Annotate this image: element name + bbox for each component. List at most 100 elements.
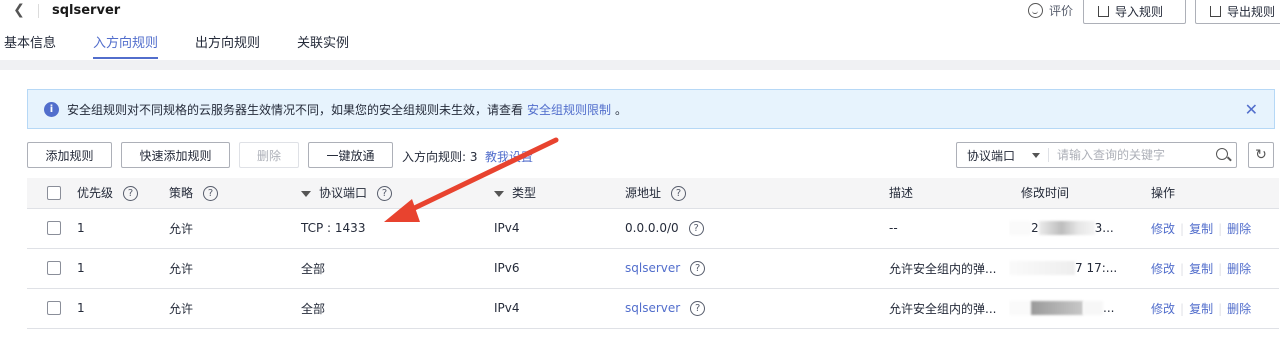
filter-select[interactable]: 协议端口 <box>957 148 1049 163</box>
search-filter: 协议端口 <box>956 142 1237 168</box>
separator: | <box>1218 301 1223 316</box>
cell-port: 全部 <box>289 288 482 329</box>
cell-policy: 允许 <box>157 248 289 289</box>
redacted-block <box>1083 301 1103 316</box>
table-row: 1 允许 全部 IPv6 sqlserver? 允许安全组内的弹... 7 17… <box>27 248 1279 289</box>
col-priority: 优先级 <box>77 186 114 201</box>
cell-source-link[interactable]: sqlserver <box>625 261 680 275</box>
cell-type: IPv4 <box>482 288 613 329</box>
separator: | <box>1218 221 1223 236</box>
cell-modified-tail: ... <box>1103 300 1115 315</box>
separator: | <box>1180 221 1185 236</box>
cell-type: IPv4 <box>482 208 613 249</box>
modify-link[interactable]: 修改 <box>1151 262 1175 276</box>
col-type: 类型 <box>512 186 537 201</box>
rule-count: 入方向规则: 3 <box>402 150 478 164</box>
redacted-block <box>1038 221 1095 236</box>
copy-link[interactable]: 复制 <box>1189 222 1213 236</box>
filter-icon[interactable] <box>494 190 504 197</box>
cell-type: IPv6 <box>482 248 613 289</box>
cell-desc: 允许安全组内的弹... <box>877 248 1009 289</box>
rules-table: 优先级? 策略? 协议端口? 类型 源地址? 描述 修改时间 操作 1 允许 T… <box>27 178 1279 329</box>
help-icon[interactable]: ? <box>671 186 687 202</box>
export-icon <box>1210 5 1221 17</box>
row-checkbox[interactable] <box>47 261 61 276</box>
help-icon[interactable]: ? <box>377 186 393 202</box>
filter-select-value: 协议端口 <box>967 148 1016 163</box>
help-icon[interactable]: ? <box>690 300 706 316</box>
separator: | <box>1180 301 1185 316</box>
export-label: 导出规则 <box>1227 4 1276 19</box>
filter-icon[interactable] <box>301 190 311 197</box>
cell-policy: 允许 <box>157 208 289 249</box>
help-icon[interactable]: ? <box>690 260 706 276</box>
notice-link[interactable]: 安全组规则限制 <box>527 101 611 118</box>
col-policy: 策略 <box>169 186 194 201</box>
row-checkbox[interactable] <box>47 221 61 236</box>
col-port: 协议端口 <box>319 186 368 201</box>
import-icon <box>1098 5 1109 17</box>
delete-link[interactable]: 删除 <box>1227 262 1251 276</box>
cell-modified-tail: 3... <box>1094 220 1114 235</box>
notice-text: 安全组规则对不同规格的云服务器生效情况不同，如果您的安全组规则未生效，请查看 <box>67 102 524 117</box>
delete-link[interactable]: 删除 <box>1227 302 1251 316</box>
col-ops: 操作 <box>1151 186 1176 201</box>
table-row: 1 允许 全部 IPv4 sqlserver? 允许安全组内的弹... ... … <box>27 288 1279 329</box>
rate-label: 评价 <box>1049 4 1074 18</box>
info-icon: i <box>44 101 59 117</box>
help-icon[interactable]: ? <box>123 186 139 202</box>
modify-link[interactable]: 修改 <box>1151 222 1175 236</box>
row-checkbox[interactable] <box>47 301 61 316</box>
cell-desc: -- <box>877 208 1009 249</box>
rate-button[interactable]: 评价 <box>1028 2 1073 19</box>
tab-basic-info[interactable]: 基本信息 <box>4 32 56 59</box>
back-button[interactable]: ❮ <box>10 2 28 20</box>
cell-priority: 1 <box>65 208 157 249</box>
copy-link[interactable]: 复制 <box>1189 262 1213 276</box>
cell-policy: 允许 <box>157 288 289 329</box>
modify-link[interactable]: 修改 <box>1151 302 1175 316</box>
info-notice: i 安全组规则对不同规格的云服务器生效情况不同，如果您的安全组规则未生效，请查看… <box>27 89 1275 129</box>
separator: | <box>1218 261 1223 276</box>
redacted-block <box>1009 221 1031 236</box>
delete-link[interactable]: 删除 <box>1227 222 1251 236</box>
help-link[interactable]: 教我设置 <box>485 148 533 165</box>
add-rule-button[interactable]: 添加规则 <box>27 142 112 168</box>
select-all-checkbox[interactable] <box>47 186 61 200</box>
search-icon[interactable] <box>1212 143 1236 167</box>
export-rules-button[interactable]: 导出规则 <box>1195 0 1280 24</box>
cell-port: 全部 <box>289 248 482 289</box>
redacted-block <box>1009 261 1075 276</box>
redacted-block <box>1031 301 1083 316</box>
tab-associated-instances[interactable]: 关联实例 <box>297 32 349 59</box>
cell-priority: 1 <box>65 248 157 289</box>
table-header-row: 优先级? 策略? 协议端口? 类型 源地址? 描述 修改时间 操作 <box>27 178 1279 209</box>
caret-down-icon <box>1032 152 1040 158</box>
notice-suffix: 。 <box>615 102 628 117</box>
copy-link[interactable]: 复制 <box>1189 302 1213 316</box>
smile-icon <box>1028 3 1043 18</box>
chevron-left-icon: ❮ <box>13 2 25 18</box>
cell-modified: 2 <box>1031 220 1039 235</box>
import-rules-button[interactable]: 导入规则 <box>1083 0 1186 24</box>
import-label: 导入规则 <box>1115 4 1164 19</box>
col-source: 源地址 <box>625 186 662 201</box>
cell-port: TCP : 1433 <box>289 208 482 249</box>
delete-button[interactable]: 删除 <box>239 142 299 168</box>
cell-priority: 1 <box>65 288 157 329</box>
search-input[interactable] <box>1049 144 1212 166</box>
separator: | <box>1180 261 1185 276</box>
cell-source-link[interactable]: sqlserver <box>625 301 680 315</box>
cell-source: 0.0.0.0/0 <box>625 220 679 235</box>
tab-inbound-rules[interactable]: 入方向规则 <box>93 32 159 59</box>
table-row: 1 允许 TCP : 1433 IPv4 0.0.0.0/0? -- 2 3...… <box>27 208 1279 249</box>
help-icon[interactable]: ? <box>203 186 219 202</box>
redacted-block <box>1009 301 1031 316</box>
quick-add-rule-button[interactable]: 快速添加规则 <box>121 142 230 168</box>
col-modified: 修改时间 <box>1021 186 1070 201</box>
help-icon[interactable]: ? <box>688 220 704 236</box>
tab-outbound-rules[interactable]: 出方向规则 <box>195 32 260 59</box>
allow-all-button[interactable]: 一键放通 <box>308 142 393 168</box>
refresh-button[interactable]: ↻ <box>1248 142 1274 168</box>
close-icon[interactable]: ✕ <box>1245 100 1258 119</box>
